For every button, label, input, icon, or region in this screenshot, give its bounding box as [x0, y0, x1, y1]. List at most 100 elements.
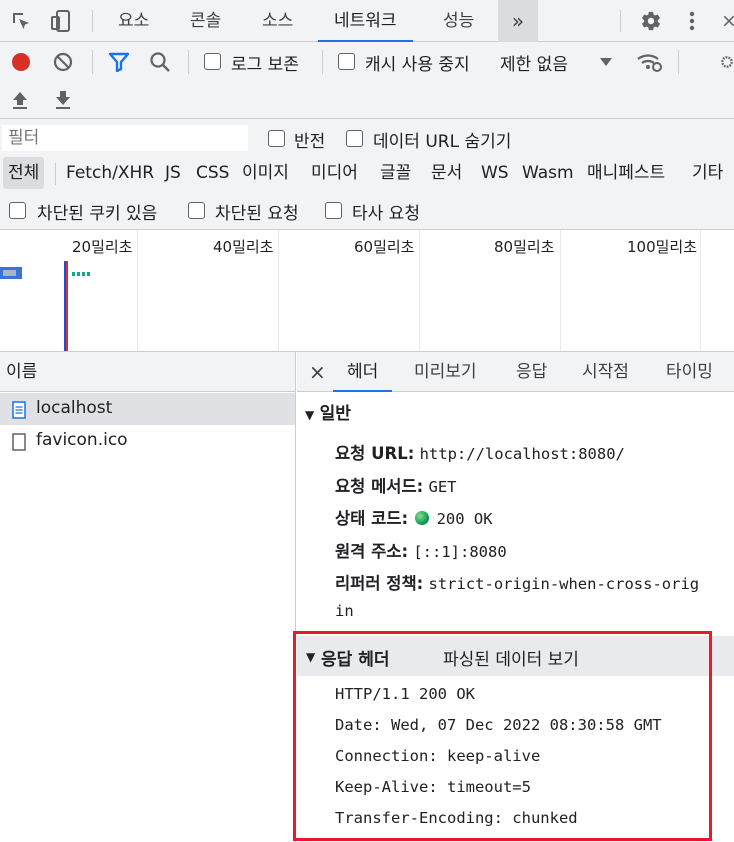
details-tab-timing[interactable]: 타이밍 — [666, 352, 713, 392]
device-toolbar-icon[interactable] — [48, 8, 74, 34]
throttling-select[interactable]: 제한 없음 — [500, 50, 568, 75]
timeline-load-marker — [66, 261, 68, 351]
timeline-tick-label: 80밀리초 — [494, 238, 555, 256]
type-filter-fetch-xhr[interactable]: Fetch/XHR — [66, 157, 154, 189]
resource-type-filters: 전체 Fetch/XHR JS CSS 이미지 미디어 글꼴 문서 WS Was… — [0, 157, 734, 191]
close-details-button[interactable]: × — [309, 352, 326, 392]
general-section-title: 일반 — [319, 404, 351, 424]
settings-gear-icon[interactable] — [638, 8, 664, 34]
timeline-gridline — [278, 230, 279, 351]
request-row-localhost[interactable]: localhost — [0, 393, 295, 425]
search-icon[interactable] — [148, 50, 172, 74]
remote-address-value: [::1]:8080 — [413, 543, 507, 561]
disable-cache-checkbox[interactable] — [338, 53, 355, 70]
network-toolbar-secondary — [0, 81, 734, 119]
toolbar-divider — [322, 50, 323, 74]
toolbar-divider — [620, 10, 621, 32]
network-settings-gear-icon[interactable] — [720, 50, 734, 74]
network-overview-timeline[interactable]: 20밀리초 40밀리초 60밀리초 80밀리초 100밀리초 — [0, 230, 734, 352]
hide-data-urls-checkbox[interactable] — [346, 130, 363, 147]
close-devtools-icon[interactable] — [722, 8, 734, 34]
details-tab-initiator[interactable]: 시작점 — [582, 352, 629, 392]
invert-checkbox[interactable] — [268, 130, 285, 147]
blocked-cookies-checkbox[interactable] — [9, 202, 26, 219]
referrer-policy-key: 리퍼러 정책: — [335, 574, 424, 593]
referrer-policy-value-continued: in — [335, 602, 354, 620]
type-filter-all[interactable]: 전체 — [3, 157, 45, 189]
tab-network[interactable]: 네트워크 — [318, 0, 413, 42]
more-tabs-button[interactable]: » — [498, 0, 538, 42]
filter-input[interactable] — [2, 125, 248, 151]
network-conditions-wifi-icon[interactable] — [635, 49, 663, 75]
timeline-gridline — [560, 230, 561, 351]
devtools-main-toolbar: 요소 콘솔 소스 네트워크 성능 » — [0, 0, 734, 42]
tab-elements[interactable]: 요소 — [118, 0, 149, 42]
type-filter-img[interactable]: 이미지 — [242, 157, 289, 189]
request-url-row: 요청 URL: http://localhost:8080/ — [335, 440, 625, 464]
blocked-cookies-label: 차단된 쿠키 있음 — [37, 204, 158, 224]
type-filter-wasm[interactable]: Wasm — [522, 157, 574, 189]
toolbar-divider — [188, 50, 189, 74]
hide-data-urls-label: 데이터 URL 숨기기 — [373, 132, 512, 152]
tab-performance[interactable]: 성능 — [443, 0, 474, 42]
timeline-tick-label: 60밀리초 — [354, 238, 415, 256]
type-filter-media[interactable]: 미디어 — [311, 157, 358, 189]
inspect-element-icon[interactable] — [8, 9, 34, 33]
extra-filters: 차단된 쿠키 있음 차단된 요청 타사 요청 — [0, 191, 734, 230]
timeline-gridline — [419, 230, 420, 351]
timeline-tick-label: 20밀리초 — [72, 238, 133, 256]
highlight-annotation-box — [293, 631, 712, 841]
status-ok-dot-icon — [415, 511, 430, 525]
timeline-gridline — [137, 230, 138, 351]
type-filter-css[interactable]: CSS — [196, 157, 229, 189]
type-filter-ws[interactable]: WS — [481, 157, 509, 189]
request-row-favicon[interactable]: favicon.ico — [0, 425, 295, 457]
timeline-tick-label: 100밀리초 — [627, 238, 698, 256]
import-har-upload-icon[interactable] — [9, 89, 31, 111]
chevron-down-icon[interactable] — [598, 55, 614, 69]
request-name: localhost — [36, 398, 113, 418]
type-filter-other[interactable]: 기타 — [692, 157, 723, 189]
tab-console[interactable]: 콘솔 — [190, 0, 221, 42]
referrer-policy-value: strict-origin-when-cross-orig — [428, 575, 700, 593]
type-filter-manifest[interactable]: 매니페스트 — [587, 157, 665, 189]
invert-label: 반전 — [294, 132, 326, 152]
blocked-requests-checkbox[interactable] — [188, 202, 205, 219]
clear-log-icon[interactable] — [51, 50, 75, 74]
filter-funnel-icon[interactable] — [106, 50, 132, 74]
blocked-requests-label: 차단된 요청 — [215, 204, 299, 224]
details-tab-response[interactable]: 응답 — [516, 352, 547, 392]
details-tab-headers[interactable]: 헤더 — [333, 352, 393, 392]
request-name: favicon.ico — [36, 430, 128, 450]
timeline-request-bar-inner — [3, 270, 16, 276]
network-toolbar: 로그 보존 캐시 사용 중지 제한 없음 — [0, 42, 734, 81]
referrer-policy-wrap: in — [335, 601, 354, 620]
requests-pane: 이름 localhost favicon.ico — [0, 352, 296, 842]
details-tab-preview[interactable]: 미리보기 — [414, 352, 477, 392]
tab-sources[interactable]: 소스 — [262, 0, 293, 42]
disable-cache-label: 캐시 사용 중지 — [365, 55, 470, 75]
filter-bar: 반전 데이터 URL 숨기기 — [0, 119, 734, 157]
request-url-key: 요청 URL: — [335, 444, 415, 463]
type-filter-js[interactable]: JS — [165, 157, 181, 189]
third-party-label: 타사 요청 — [352, 204, 420, 224]
status-code-value: 200 OK — [436, 510, 493, 528]
preserve-log-checkbox[interactable] — [204, 53, 221, 70]
third-party-checkbox[interactable] — [325, 202, 342, 219]
export-har-download-icon[interactable] — [52, 89, 74, 111]
general-section-header[interactable]: ▼ 일반 — [305, 401, 351, 427]
type-filter-doc[interactable]: 문서 — [431, 157, 462, 189]
type-filter-font[interactable]: 글꼴 — [380, 157, 411, 189]
timeline-gridline — [700, 230, 701, 351]
toolbar-divider — [92, 10, 93, 32]
record-button-icon[interactable] — [9, 50, 33, 74]
request-method-key: 요청 메서드: — [335, 477, 424, 496]
status-code-key: 상태 코드: — [335, 509, 409, 528]
details-tab-bar: × 헤더 미리보기 응답 시작점 타이밍 — [297, 352, 734, 392]
remote-address-row: 원격 주소: [::1]:8080 — [335, 538, 507, 562]
more-options-icon[interactable] — [682, 8, 702, 34]
toolbar-divider — [678, 50, 679, 74]
requests-column-header[interactable]: 이름 — [0, 352, 295, 392]
status-code-row: 상태 코드: 200 OK — [335, 505, 493, 529]
timeline-request-bar — [72, 272, 90, 276]
